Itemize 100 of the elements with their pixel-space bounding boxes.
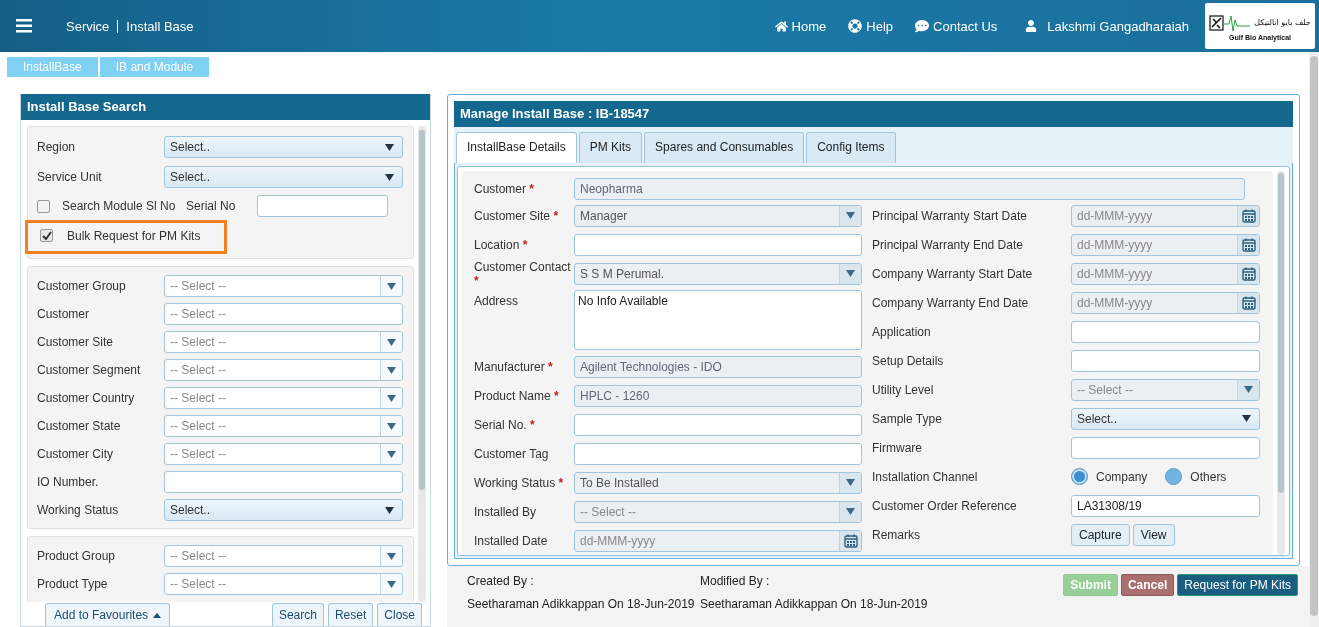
caret-down-icon (387, 580, 396, 588)
nav-link[interactable]: Contact Us (915, 18, 998, 34)
field-label: Product Type (37, 577, 109, 591)
combo-box[interactable]: -- Select -- (164, 415, 403, 437)
field-label: Principal Warranty End Date (872, 237, 1024, 252)
caret-down-icon (385, 173, 394, 181)
caret-down-icon (385, 143, 394, 151)
lifebuoy-icon (848, 19, 863, 33)
checkbox[interactable] (40, 229, 53, 242)
text-field[interactable] (574, 233, 862, 256)
field-label: Customer * (474, 182, 536, 196)
field-label: Installation Channel (872, 469, 979, 484)
serial-field[interactable] (257, 195, 388, 217)
action-button[interactable]: Cancel (1120, 574, 1175, 596)
dropdown[interactable]: Select.. (164, 136, 403, 158)
tab[interactable]: PM Kits (578, 132, 643, 163)
dropdown[interactable]: Select.. (1071, 407, 1260, 430)
radio-button[interactable] (1165, 468, 1183, 485)
breadcrumb-item[interactable]: Service (58, 18, 118, 34)
tab[interactable]: Config Items (806, 132, 896, 163)
combo-box[interactable]: -- Select -- (164, 331, 403, 353)
field-label: IO Number. (37, 475, 100, 489)
field-label: Customer Segment (37, 363, 142, 377)
combo-box[interactable]: -- Select -- (164, 443, 403, 465)
caret-down-icon (1244, 386, 1253, 393)
field-label: Region (37, 140, 77, 154)
calendar-icon (1241, 208, 1256, 223)
action-button[interactable]: Search (271, 603, 324, 626)
info-value: Seetharaman Adikkappan On 18-Jun-2019 (700, 597, 929, 611)
field-label: Service Unit (37, 170, 103, 184)
action-button[interactable]: Reset (327, 603, 374, 626)
calendar-icon (1241, 237, 1256, 252)
field-label: Setup Details (872, 353, 945, 368)
scrollbar[interactable] (1309, 52, 1319, 627)
field-label: Location * (474, 237, 529, 252)
calendar-icon (843, 533, 858, 548)
action-button[interactable]: Request for PM Kits (1177, 574, 1298, 596)
combo-box[interactable]: -- Select -- (164, 387, 403, 409)
favourites-button[interactable]: Add to Favourites (45, 603, 171, 626)
action-button[interactable]: Close (377, 603, 422, 626)
field-label: Working Status * (474, 475, 565, 490)
nav-link[interactable]: Home (774, 18, 827, 34)
field-label: Customer Site * (474, 208, 560, 223)
dropdown[interactable]: Select.. (164, 499, 403, 521)
text-field[interactable]: -- Select -- (164, 303, 403, 325)
field-label: Company Warranty Start Date (872, 266, 1034, 281)
combo-box[interactable]: -- Select -- (164, 359, 403, 381)
dropdown[interactable]: Select.. (164, 166, 403, 188)
checkbox-label: Search Module Sl No (62, 199, 177, 213)
field-label: Customer Site (37, 335, 115, 349)
scrollbar[interactable] (418, 126, 426, 602)
tab[interactable]: Spares and Consumables (644, 132, 805, 163)
calendar-icon (1241, 295, 1256, 310)
caret-up-icon (153, 612, 162, 618)
field-label: Customer Country (37, 391, 136, 405)
text-field[interactable] (1071, 320, 1260, 343)
field-label: Product Group (37, 549, 117, 563)
user-icon (1025, 20, 1038, 32)
calendar-icon (1241, 266, 1256, 281)
text-field[interactable] (1071, 349, 1260, 372)
text-field[interactable] (164, 471, 403, 493)
caret-down-icon (846, 212, 855, 219)
combo-box[interactable]: -- Select -- (164, 275, 403, 297)
nav-link[interactable]: Help (848, 18, 894, 34)
field-label: Working Status (37, 503, 120, 517)
remarks-button[interactable]: View (1132, 523, 1175, 546)
remarks-button[interactable]: Capture (1071, 523, 1130, 546)
field-label: Serial No (186, 199, 237, 213)
field-label: Serial No. * (474, 417, 536, 432)
caret-down-icon (1242, 415, 1251, 422)
info-label: Modified By : (700, 574, 771, 588)
text-field[interactable] (574, 442, 862, 465)
radio-label: Others (1190, 469, 1227, 484)
logo-text: جلف بايو انالتيكل (1254, 18, 1311, 27)
field-label: Customer Contact * (474, 259, 572, 288)
text-field[interactable]: LA31308/19 (1071, 494, 1260, 517)
combo-box[interactable]: -- Select -- (164, 573, 403, 595)
radio-button[interactable] (1071, 468, 1088, 485)
checkbox[interactable] (37, 199, 50, 213)
field-label: Customer Order Reference (872, 498, 1018, 513)
text-field[interactable] (1071, 436, 1260, 459)
caret-down-icon (387, 366, 396, 374)
field-label: Remarks (872, 527, 921, 542)
text-field[interactable] (574, 413, 862, 436)
menu-icon[interactable] (16, 19, 32, 33)
field-label: Address (474, 293, 520, 308)
scrollbar[interactable] (1277, 171, 1285, 555)
nav-link[interactable]: Lakshmi Gangadharaiah (1025, 18, 1189, 34)
combo-box[interactable]: -- Select -- (164, 545, 403, 567)
caret-down-icon (387, 422, 396, 430)
address-field[interactable]: No Info Available (574, 290, 862, 350)
tab[interactable]: InstallBase Details (456, 132, 577, 163)
check-icon (41, 231, 52, 240)
speech-bubble-icon (915, 19, 930, 33)
caret-down-icon (387, 338, 396, 346)
field-label: Utility Level (872, 382, 935, 397)
field-label: Customer Group (37, 279, 127, 293)
field-label: Firmware (872, 440, 923, 455)
field-label: Customer Tag (474, 446, 550, 461)
field-label: Customer City (37, 447, 114, 461)
